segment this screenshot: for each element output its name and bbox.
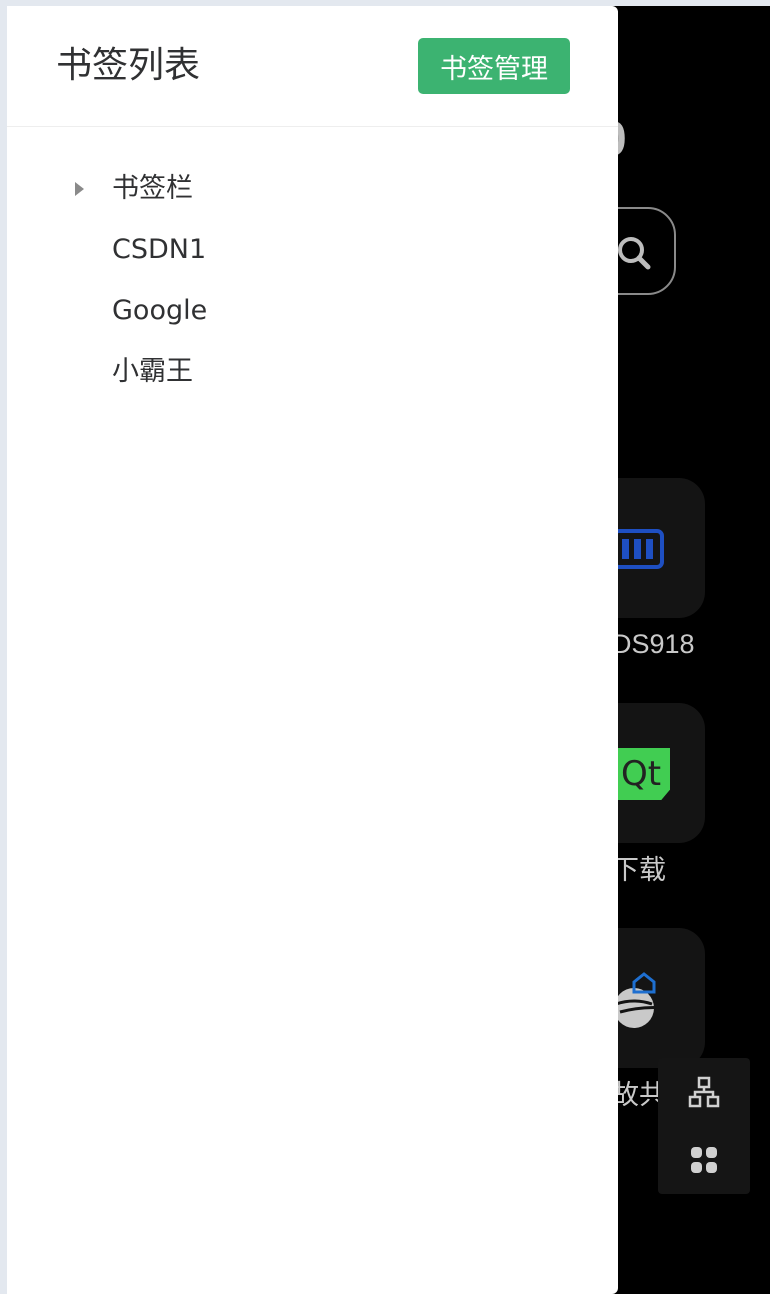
sitemap-icon[interactable] [688, 1076, 720, 1108]
tree-node-xiaobawang[interactable]: 小霸王 [7, 341, 618, 402]
qt-icon: Qt [612, 748, 670, 800]
drawer-title: 书签列表 [56, 45, 201, 86]
share-icon [614, 972, 667, 1028]
tree-node-label: Google [112, 295, 208, 326]
bookmark-drawer: 书签列表 书签管理 书签栏 CSDN1 Google 小霸王 [7, 6, 618, 1294]
bookmark-manage-button[interactable]: 书签管理 [418, 38, 570, 94]
page-left-edge [0, 0, 7, 1294]
tree-node-label: 书签栏 [112, 173, 193, 204]
tree-node-label: 小霸王 [112, 356, 193, 387]
grid-icon[interactable] [690, 1146, 718, 1174]
floating-toolbar [658, 1058, 750, 1194]
search-icon [618, 237, 651, 270]
caret-right-icon[interactable] [75, 182, 84, 196]
tree-node-google[interactable]: Google [7, 280, 618, 341]
bookmark-tree: 书签栏 CSDN1 Google 小霸王 [7, 158, 618, 402]
tree-node-label: CSDN1 [112, 234, 207, 265]
app-tile-nas-label: DS918 [612, 629, 695, 659]
app-tile-qt-label: 下载 [612, 855, 666, 885]
tree-node-bookmark-bar[interactable]: 书签栏 [7, 158, 618, 219]
nas-icon [612, 529, 664, 569]
tree-node-csdn1[interactable]: CSDN1 [7, 219, 618, 280]
drawer-header: 书签列表 书签管理 [7, 6, 618, 127]
